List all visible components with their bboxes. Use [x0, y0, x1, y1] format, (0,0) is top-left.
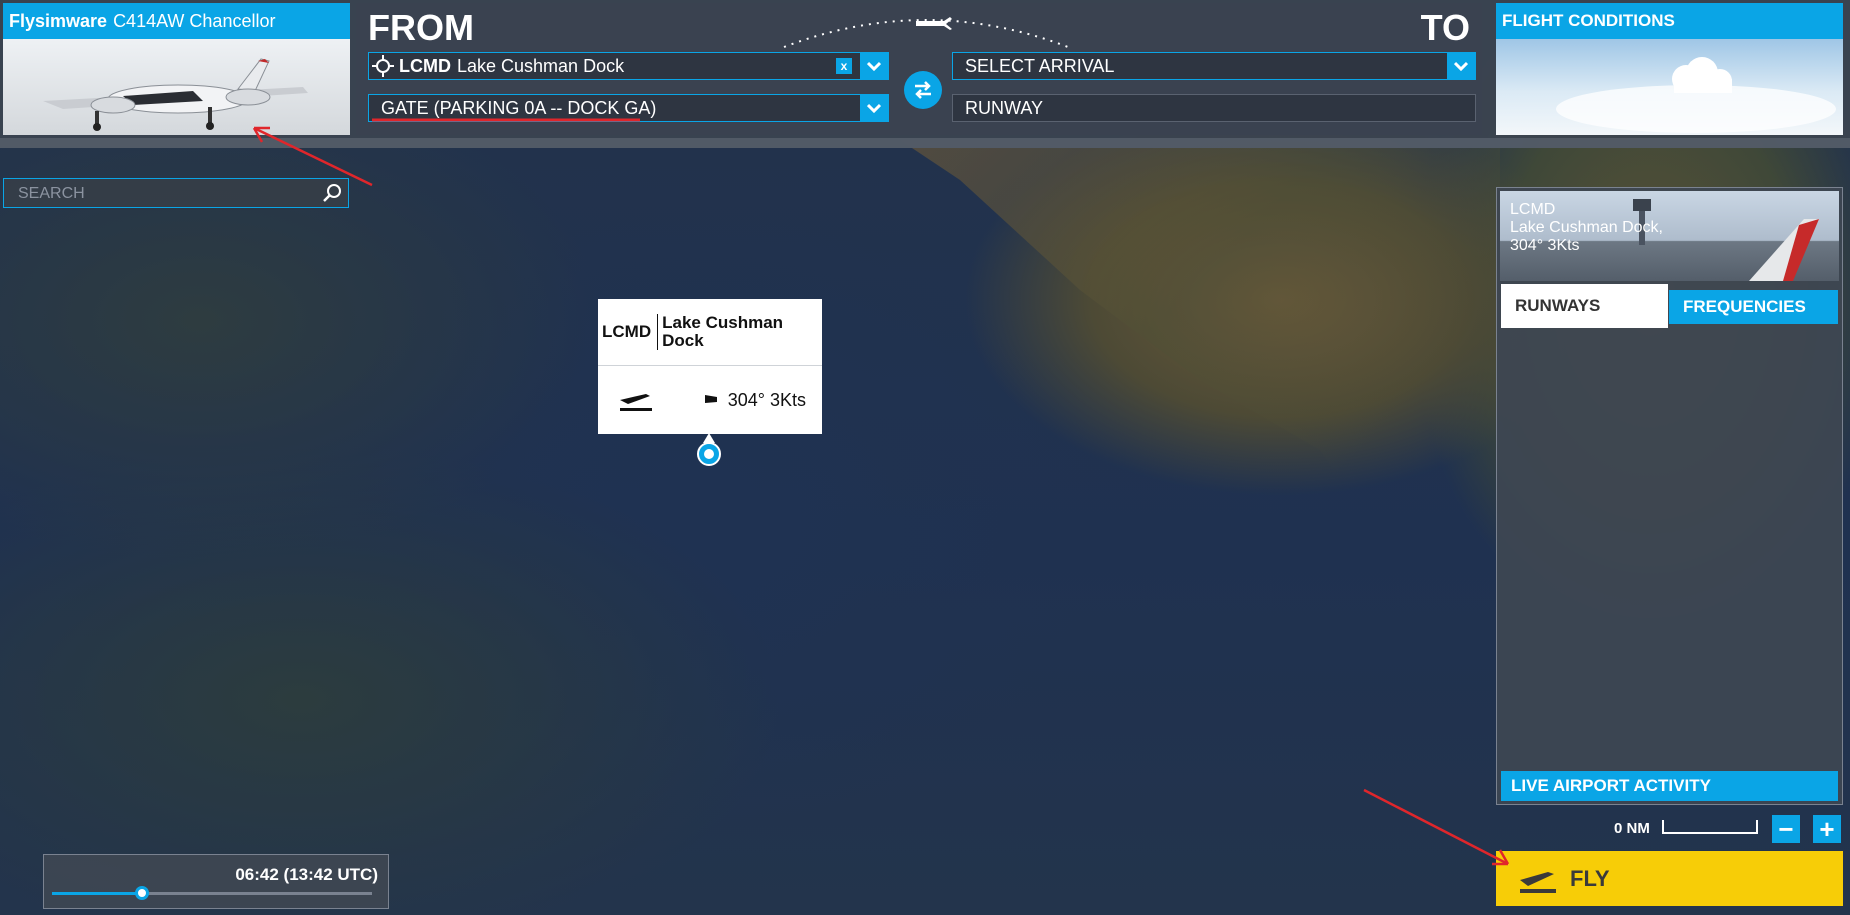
time-of-day-panel: 06:42 (13:42 UTC)	[43, 854, 389, 909]
popup-details: 304° 3Kts	[598, 366, 822, 434]
popup-wind-value: 304° 3Kts	[727, 389, 806, 410]
aircraft-image	[3, 39, 350, 135]
departure-dropdown-button[interactable]	[860, 53, 888, 79]
clear-departure-button[interactable]: x	[836, 58, 852, 74]
popup-icao: LCMD	[598, 314, 659, 350]
airport-location-pin[interactable]	[697, 442, 721, 466]
airport-icao: LCMD	[1510, 201, 1556, 218]
chevron-down-icon	[867, 103, 881, 113]
departure-name: Lake Cushman Dock	[457, 55, 625, 76]
tab-runways[interactable]: RUNWAYS	[1501, 284, 1668, 328]
airport-wind: 304° 3Kts	[1510, 237, 1580, 254]
map-scale-bar	[1662, 820, 1758, 834]
airport-name: Lake Cushman Dock,	[1510, 219, 1663, 236]
airport-tail-picture	[1749, 219, 1819, 281]
arrival-airport-field[interactable]: SELECT ARRIVAL	[952, 52, 1476, 80]
aircraft-brand: Flysimware	[9, 10, 108, 31]
popup-airport-name: Lake Cushman Dock	[658, 314, 792, 350]
airport-popup[interactable]: LCMD Lake Cushman Dock 304° 3Kts	[598, 299, 822, 434]
aircraft-selection-card[interactable]: Flysimware C414AW Chancellor	[3, 3, 350, 135]
aircraft-title: Flysimware C414AW Chancellor	[3, 3, 350, 39]
gate-dropdown-button[interactable]	[860, 95, 888, 121]
arrival-runway-placeholder: RUNWAY	[965, 97, 1043, 118]
flight-conditions-title: FLIGHT CONDITIONS	[1496, 3, 1843, 39]
time-slider-handle[interactable]	[134, 886, 149, 900]
arrival-dropdown-button[interactable]	[1447, 53, 1475, 79]
popup-header: LCMD Lake Cushman Dock	[598, 299, 822, 366]
from-label: FROM	[368, 7, 474, 48]
airport-info-panel: LCMD Lake Cushman Dock, 304° 3Kts RUNWAY…	[1496, 187, 1843, 805]
time-slider-track[interactable]	[52, 886, 372, 900]
location-target-icon	[372, 55, 394, 77]
route-arc-icon	[783, 17, 1069, 48]
fly-label: FLY	[1570, 865, 1610, 891]
flight-conditions-card[interactable]: FLIGHT CONDITIONS	[1496, 3, 1843, 135]
zoom-out-button[interactable]: −	[1772, 814, 1800, 844]
airport-tabs: RUNWAYS FREQUENCIES	[1501, 284, 1838, 328]
top-bar-divider	[0, 138, 1850, 148]
search-input[interactable]	[4, 179, 320, 209]
chevron-down-icon	[1454, 61, 1468, 71]
time-display: 06:42 (13:42 UTC)	[235, 865, 378, 884]
aircraft-picture	[43, 58, 308, 131]
zoom-in-button[interactable]: +	[1813, 814, 1841, 844]
cloud-icon	[1556, 57, 1836, 133]
popup-name-line2: Dock	[662, 331, 704, 350]
arrival-runway-field[interactable]: RUNWAY	[952, 94, 1476, 122]
departure-icao: LCMD	[399, 55, 451, 76]
departure-airport-field[interactable]: LCMD Lake Cushman Dock x	[368, 52, 889, 80]
departure-gate-field[interactable]: GATE (PARKING 0A -- DOCK GA)	[368, 94, 889, 122]
sky-image	[1496, 39, 1843, 135]
departure-plane-icon	[620, 394, 652, 411]
airport-image: LCMD Lake Cushman Dock, 304° 3Kts	[1500, 191, 1839, 281]
to-label: TO	[1420, 7, 1470, 48]
arrival-placeholder: SELECT ARRIVAL	[965, 55, 1115, 76]
chevron-down-icon	[867, 61, 881, 71]
departure-gate-value: GATE (PARKING 0A -- DOCK GA)	[381, 97, 657, 118]
aircraft-model: C414AW Chancellor	[113, 10, 276, 31]
popup-wind: 304° 3Kts	[702, 390, 806, 411]
tab-frequencies[interactable]: FREQUENCIES	[1669, 290, 1838, 324]
fly-button[interactable]: FLY	[1496, 851, 1843, 906]
popup-name-line1: Lake Cushman	[662, 313, 784, 332]
map-search	[3, 178, 349, 209]
route-panel: FROM TO LCMD Lake Cushman Dock x GATE (P…	[356, 3, 1482, 135]
plane-takeoff-icon	[1520, 871, 1556, 893]
swap-arrows-icon	[915, 81, 931, 99]
map-scale-label: 0 NM	[1614, 820, 1650, 837]
search-icon[interactable]	[322, 183, 342, 203]
swap-route-button[interactable]	[904, 71, 942, 109]
live-airport-activity-button[interactable]: LIVE AIRPORT ACTIVITY	[1501, 771, 1838, 801]
windsock-icon	[704, 395, 717, 407]
time-slider-fill	[52, 892, 142, 895]
airport-image-caption: LCMD Lake Cushman Dock, 304° 3Kts	[1510, 201, 1663, 255]
